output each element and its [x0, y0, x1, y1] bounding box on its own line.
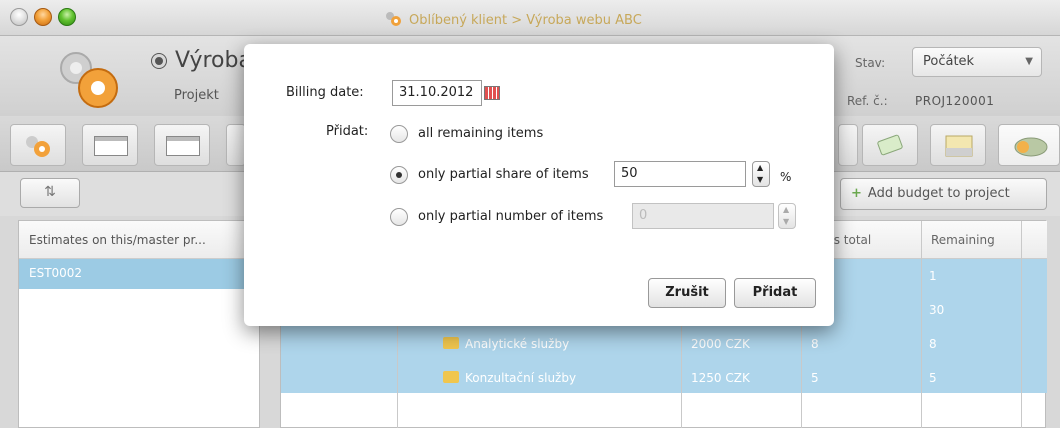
add-budget-label: Add budget to project: [867, 186, 1010, 201]
money-icon: [877, 134, 903, 156]
gears-icon: [386, 12, 401, 26]
plus-icon: +: [851, 186, 862, 201]
add-button[interactable]: Přidat: [734, 278, 816, 308]
toolbar-project-button[interactable]: [10, 124, 66, 166]
toolbar-partial-button[interactable]: [226, 124, 246, 166]
ref-value: PROJ120001: [915, 94, 995, 108]
column-divider: [921, 221, 922, 428]
estimates-list: Estimates on this/master pr... EST0002: [18, 220, 260, 428]
cell-remaining: 30: [929, 303, 945, 317]
window-icon: [166, 136, 200, 156]
column-header-remaining: Remaining: [931, 233, 995, 247]
toolbar-budget-button[interactable]: [998, 124, 1060, 166]
cell-price: 1250 CZK: [691, 371, 750, 385]
cell-remaining: 5: [929, 371, 937, 385]
stav-select[interactable]: Počátek ▼: [912, 47, 1042, 77]
page-subtitle: Projekt: [174, 88, 219, 103]
number-input[interactable]: 0: [632, 203, 774, 229]
window-title-text: Oblíbený klient > Výroba webu ABC: [409, 13, 642, 28]
percent-label: %: [780, 170, 792, 184]
list-item-label: EST0002: [29, 266, 83, 280]
cell-units: 5: [811, 371, 819, 385]
toolbar-window-button-1[interactable]: [82, 124, 138, 166]
toolbar-window-button-2[interactable]: [154, 124, 210, 166]
cell-price: 2000 CZK: [691, 337, 750, 351]
share-input[interactable]: 50: [614, 161, 746, 187]
column-header-units-total: ts total: [829, 233, 872, 247]
sort-arrows-icon: ⇅: [44, 184, 56, 200]
stav-label: Stav:: [855, 56, 886, 70]
estimates-list-header: Estimates on this/master pr...: [19, 221, 259, 259]
cancel-button[interactable]: Zrušit: [648, 278, 726, 308]
window-titlebar: Oblíbený klient > Výroba webu ABC: [0, 0, 1060, 36]
pridat-label: Přidat:: [326, 124, 369, 139]
folder-icon: [443, 371, 459, 383]
partial-share-radio[interactable]: [390, 166, 408, 184]
cell-name: Konzultační služby: [465, 371, 577, 385]
cell-remaining: 8: [929, 337, 937, 351]
billing-date-input[interactable]: 31.10.2012: [392, 80, 482, 106]
status-dot-icon: [152, 54, 166, 68]
toolbar-notes-button[interactable]: [930, 124, 986, 166]
ref-label: Ref. č.:: [847, 94, 888, 108]
chevron-down-icon: ▼: [1025, 56, 1033, 67]
partial-number-radio[interactable]: [390, 208, 408, 226]
close-window-button[interactable]: [10, 8, 28, 26]
cell-units: 8: [811, 337, 819, 351]
calendar-icon[interactable]: [484, 86, 500, 100]
sort-button[interactable]: ⇅: [20, 178, 80, 208]
folder-icon: [443, 337, 459, 349]
column-divider: [1021, 221, 1022, 428]
window-title: Oblíbený klient > Výroba webu ABC: [383, 9, 642, 29]
add-budget-button[interactable]: + Add budget to project: [840, 178, 1047, 210]
minimize-window-button[interactable]: [34, 8, 52, 26]
list-item[interactable]: EST0002: [19, 259, 259, 289]
all-remaining-label: all remaining items: [418, 126, 544, 141]
partial-share-label: only partial share of items: [418, 167, 589, 182]
gears-icon: [26, 136, 50, 157]
share-stepper[interactable]: [752, 161, 770, 187]
budget-icon: [1014, 137, 1048, 157]
add-budget-dialog: Billing date: 31.10.2012 Přidat: all rem…: [244, 44, 834, 326]
all-remaining-radio[interactable]: [390, 125, 408, 143]
cell-name: Analytické služby: [465, 337, 570, 351]
toolbar-partial-button-right[interactable]: [838, 124, 858, 166]
maximize-window-button[interactable]: [58, 8, 76, 26]
cell-remaining: 1: [929, 269, 937, 283]
table-row[interactable]: Konzultační služby 1250 CZK 5 5: [281, 361, 1047, 395]
toolbar-money-button[interactable]: [862, 124, 918, 166]
stav-value: Počátek: [923, 54, 975, 69]
table-row[interactable]: Analytické služby 2000 CZK 8 8: [281, 327, 1047, 361]
notes-icon: [945, 135, 973, 157]
project-gears-icon: [60, 52, 118, 108]
window-icon: [94, 136, 128, 156]
partial-number-label: only partial number of items: [418, 209, 604, 224]
number-stepper[interactable]: [778, 203, 796, 229]
billing-date-label: Billing date:: [286, 85, 364, 100]
